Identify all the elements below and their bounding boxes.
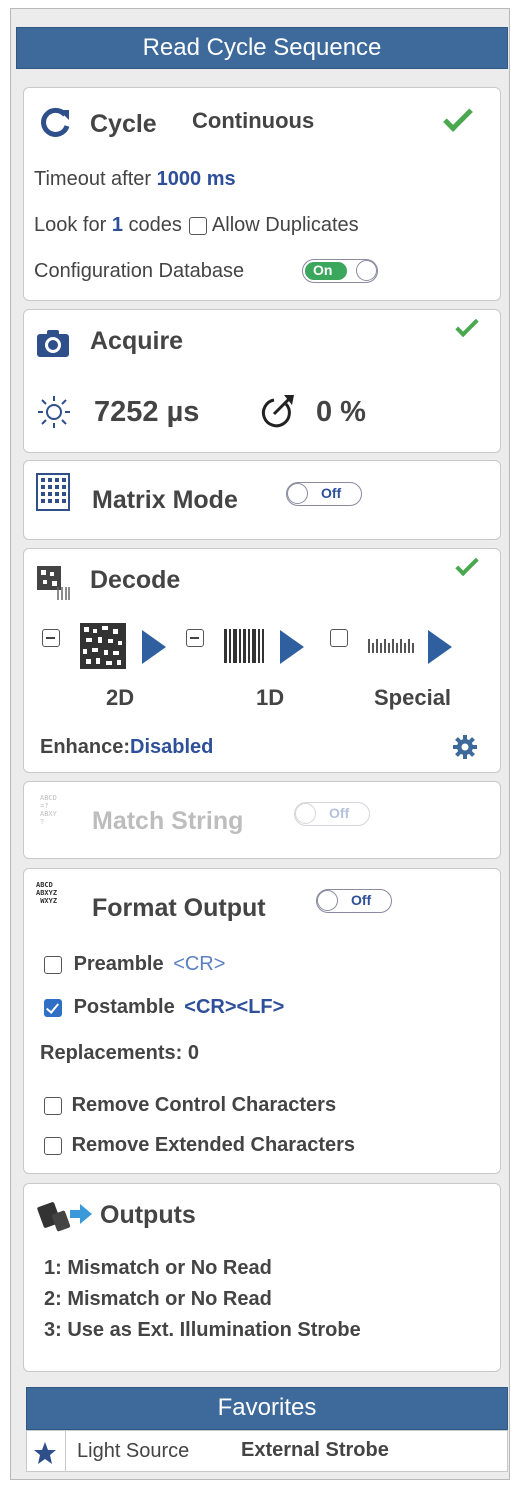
match-string-icon: ABCD =? ABXY? (40, 794, 57, 826)
gear-icon[interactable] (452, 734, 478, 765)
special-play-icon[interactable] (428, 630, 452, 664)
toggle-knob (287, 483, 308, 504)
matrix-mode-toggle-text: Off (321, 485, 342, 501)
format-output-icon: ABCD ABXYZ WXYZ (36, 881, 58, 905)
output-item-1[interactable]: 1: Mismatch or No Read (44, 1255, 272, 1281)
output-item-3[interactable]: 3: Use as Ext. Illumination Strobe (44, 1317, 361, 1343)
postamble-label: Postamble (73, 996, 175, 1018)
barcode-icon (224, 629, 264, 668)
enhance-row: Enhance:Disabled (40, 736, 213, 759)
checkmark-icon (455, 552, 479, 577)
toggle-knob (295, 803, 316, 824)
format-output-card[interactable]: ABCD ABXYZ WXYZ Format Output Off Preambl… (23, 868, 501, 1174)
preamble-value[interactable]: <CR> (173, 953, 225, 975)
symbology-1d-checkbox[interactable] (186, 629, 204, 647)
match-string-title: Match String (92, 807, 244, 835)
match-string-card[interactable]: ABCD =? ABXY? Match String Off (23, 781, 501, 859)
preamble-checkbox[interactable] (44, 955, 62, 974)
acquire-title: Acquire (90, 327, 184, 355)
symbology-special-checkbox[interactable] (330, 629, 348, 647)
toggle-knob (317, 890, 338, 911)
outputs-card[interactable]: Outputs 1: Mismatch or No Read 2: Mismat… (23, 1183, 501, 1372)
postamble-checkbox[interactable] (44, 998, 62, 1017)
outputs-icon (34, 1198, 94, 1243)
symbology-2d-label: 2D (106, 685, 135, 710)
matrix-grid-icon (36, 473, 70, 516)
matrix-mode-toggle[interactable]: Off (286, 482, 362, 506)
matrix-mode-title: Matrix Mode (92, 486, 238, 514)
match-string-toggle-text: Off (329, 805, 350, 821)
remove-extended-row: Remove Extended Characters (44, 1134, 355, 1157)
favorites-title: Favorites (217, 1394, 317, 1421)
remove-extended-label: Remove Extended Characters (71, 1134, 356, 1156)
preamble-label: Preamble (73, 953, 164, 975)
format-output-toggle-text: Off (351, 892, 372, 908)
codes-label: codes (128, 214, 182, 236)
favorites-header: Favorites (26, 1387, 508, 1430)
datamatrix-icon (80, 623, 126, 674)
symbology-special-label: Special (374, 685, 452, 710)
1d-play-icon[interactable] (280, 630, 304, 664)
read-cycle-title: Read Cycle Sequence (142, 34, 382, 61)
decode-card[interactable]: Decode 2D 1D Special Enhance:Disabled (23, 548, 501, 773)
favorite-item-value[interactable]: External Strobe (241, 1439, 389, 1462)
look-for-label: Look for (34, 214, 107, 236)
enhance-label: Enhance: (40, 736, 131, 758)
outputs-title: Outputs (100, 1201, 196, 1229)
cycle-mode-link[interactable]: Continuous (192, 108, 314, 134)
matrix-mode-card[interactable]: Matrix Mode Off (23, 460, 501, 540)
output-item-2[interactable]: 2: Mismatch or No Read (44, 1286, 272, 1312)
remove-control-row: Remove Control Characters (44, 1094, 336, 1117)
timeout-label: Timeout after (34, 168, 152, 190)
config-db-toggle[interactable]: On (302, 259, 378, 283)
allow-duplicates-label: Allow Duplicates (211, 214, 359, 236)
toggle-knob (356, 260, 377, 281)
remove-control-label: Remove Control Characters (71, 1094, 337, 1116)
match-string-toggle[interactable]: Off (294, 802, 370, 826)
favorites-divider (65, 1431, 66, 1471)
postamble-value[interactable]: <CR><LF> (184, 996, 284, 1018)
symbology-2d-checkbox[interactable] (42, 629, 60, 647)
read-cycle-header: Read Cycle Sequence (16, 27, 508, 69)
star-icon[interactable] (33, 1441, 57, 1470)
format-output-title: Format Output (92, 894, 266, 922)
postamble-row: Postamble <CR><LF> (44, 996, 284, 1019)
enhance-value[interactable]: Disabled (130, 736, 213, 758)
gain-value[interactable]: 0 % (316, 396, 366, 429)
config-db-row: Configuration Database (34, 260, 244, 283)
checkmark-icon (455, 313, 479, 338)
allow-duplicates-checkbox[interactable] (189, 216, 208, 235)
timeout-row: Timeout after 1000 ms (34, 168, 236, 191)
cycle-title: Cycle (90, 110, 157, 138)
look-for-count[interactable]: 1 (112, 214, 123, 236)
remove-control-checkbox[interactable] (44, 1096, 62, 1115)
remove-extended-checkbox[interactable] (44, 1136, 62, 1155)
checkmark-icon (443, 102, 473, 132)
preamble-row: Preamble <CR> (44, 953, 225, 976)
camera-icon (36, 328, 70, 363)
favorites-list: Light Source External Strobe (26, 1430, 508, 1472)
timeout-value[interactable]: 1000 ms (157, 168, 236, 190)
look-for-row: Look for 1 codes Allow Duplicates (34, 214, 359, 237)
favorite-item-name: Light Source (77, 1440, 190, 1462)
format-output-toggle[interactable]: Off (316, 889, 392, 913)
sun-icon (36, 394, 72, 435)
gain-icon (256, 390, 298, 435)
2d-play-icon[interactable] (142, 630, 166, 664)
decode-title: Decode (90, 566, 181, 594)
config-db-toggle-text: On (313, 262, 333, 278)
acquire-card[interactable]: Acquire 7252 µs 0 % (23, 309, 501, 453)
refresh-icon (38, 106, 72, 145)
config-db-label: Configuration Database (34, 260, 245, 282)
postal-code-icon (368, 635, 418, 664)
replacements-link[interactable]: Replacements: 0 (40, 1042, 199, 1065)
exposure-value[interactable]: 7252 µs (94, 396, 199, 429)
symbology-1d-label: 1D (256, 685, 285, 710)
cycle-card[interactable]: Cycle Continuous Timeout after 1000 ms L… (23, 87, 501, 301)
decode-icon (36, 565, 72, 606)
